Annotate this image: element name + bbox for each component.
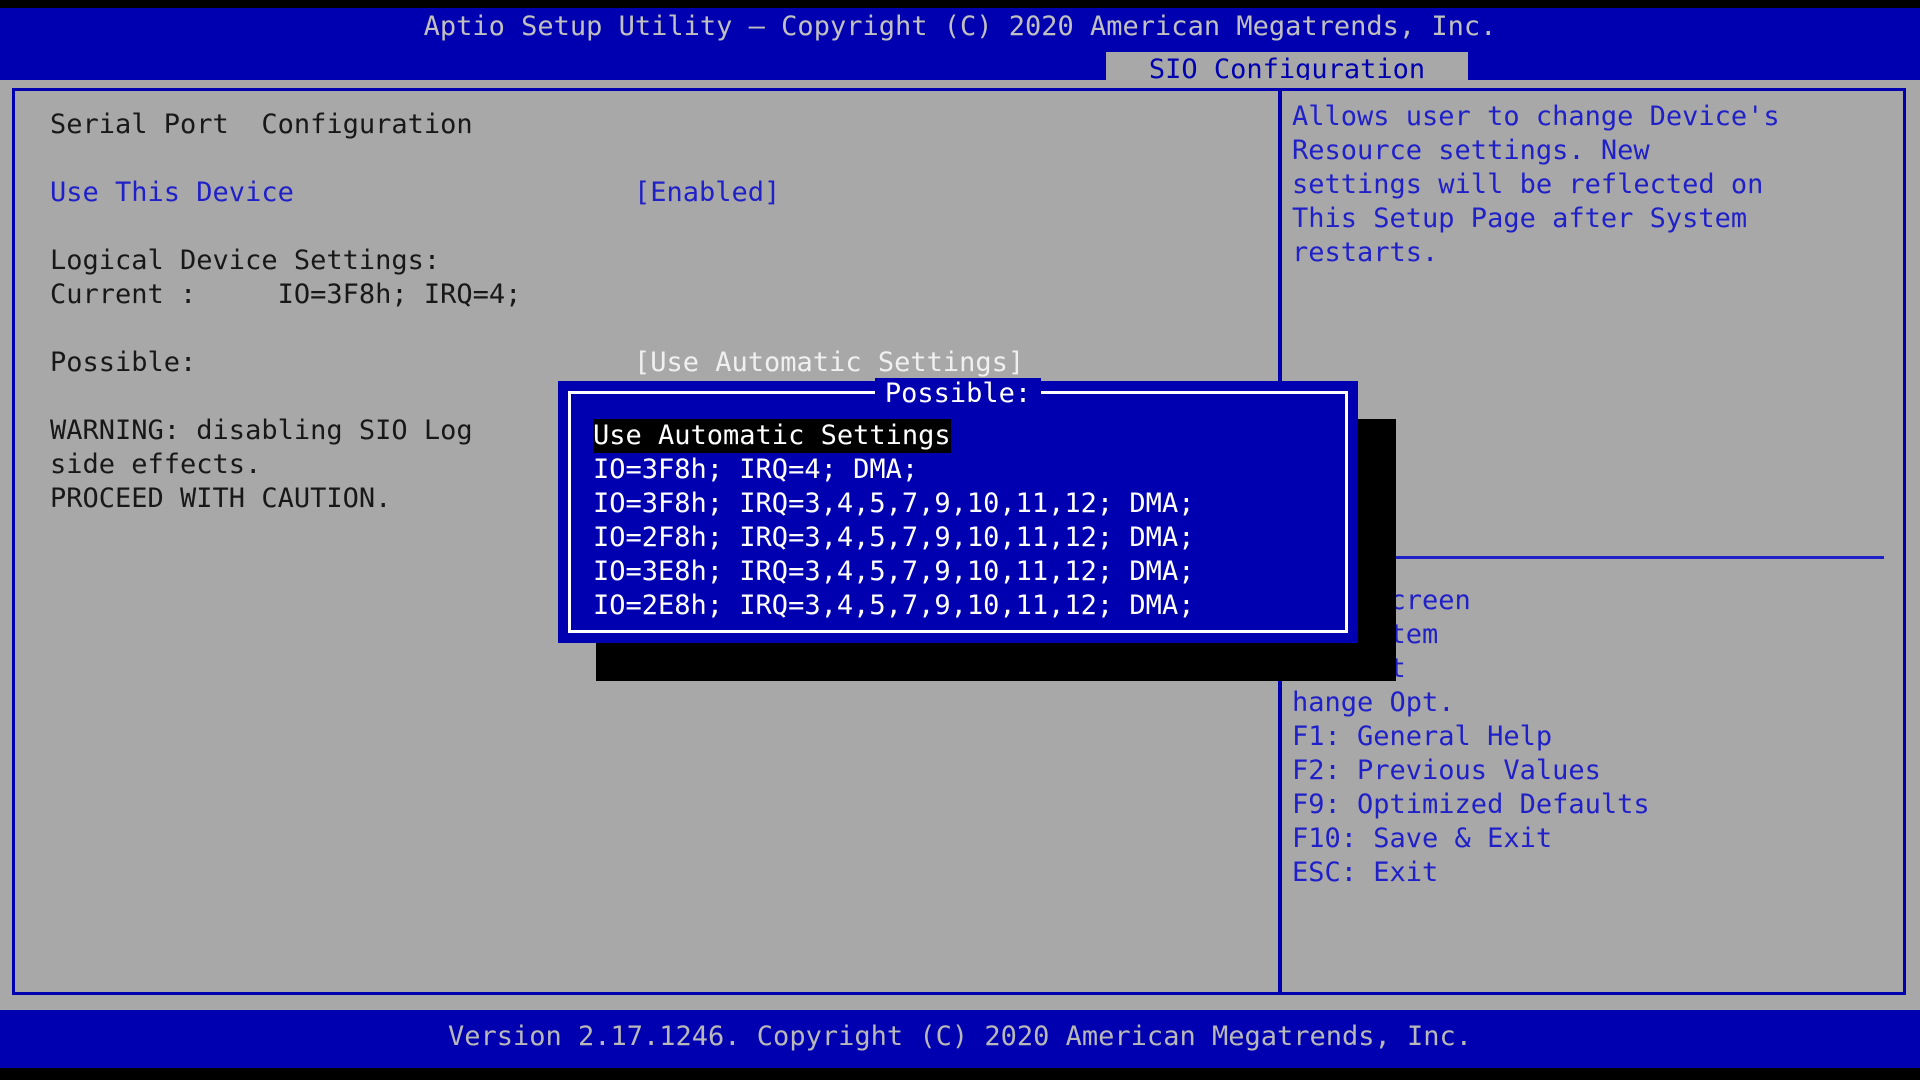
popup-option-5[interactable]: IO=2E8h; IRQ=3,4,5,7,9,10,11,12; DMA; (593, 589, 1194, 623)
setting-possible-value[interactable]: [Use Automatic Settings] (634, 346, 1024, 380)
warning-line-3: PROCEED WITH CAUTION. (50, 482, 391, 516)
bios-setup-screen: Aptio Setup Utility – Copyright (C) 2020… (0, 0, 1920, 1080)
help-text-line-4: This Setup Page after System (1292, 202, 1747, 236)
footer-bar: Version 2.17.1246. Copyright (C) 2020 Am… (0, 1010, 1920, 1068)
popup-option-1[interactable]: IO=3F8h; IRQ=4; DMA; (593, 453, 918, 487)
popup-title-text: Possible: (875, 378, 1041, 409)
popup-title: Possible: (558, 377, 1358, 411)
setting-use-this-device-label[interactable]: Use This Device (50, 176, 294, 210)
key-hint-f2-previous-values: F2: Previous Values (1292, 754, 1601, 788)
app-title: Aptio Setup Utility – Copyright (C) 2020… (0, 10, 1920, 44)
popup-option-4[interactable]: IO=3E8h; IRQ=3,4,5,7,9,10,11,12; DMA; (593, 555, 1194, 589)
popup-option-2[interactable]: IO=3F8h; IRQ=3,4,5,7,9,10,11,12; DMA; (593, 487, 1194, 521)
logical-device-settings-label: Logical Device Settings: (50, 244, 440, 278)
key-hint-f9-optimized-defaults: F9: Optimized Defaults (1292, 788, 1650, 822)
warning-line-2: side effects. (50, 448, 261, 482)
key-hint-f10-save-exit: F10: Save & Exit (1292, 822, 1552, 856)
help-text-line-2: Resource settings. New (1292, 134, 1650, 168)
popup-option-3[interactable]: IO=2F8h; IRQ=3,4,5,7,9,10,11,12; DMA; (593, 521, 1194, 555)
setting-possible-label[interactable]: Possible: (50, 346, 196, 380)
help-text-line-5: restarts. (1292, 236, 1438, 270)
popup-option-0[interactable]: Use Automatic Settings (593, 419, 951, 453)
help-text-line-3: settings will be reflected on (1292, 168, 1763, 202)
version-text: Version 2.17.1246. Copyright (C) 2020 Am… (0, 1020, 1920, 1054)
popup-option-list: Use Automatic Settings IO=3F8h; IRQ=4; D… (593, 419, 1333, 623)
current-resources-label: Current : IO=3F8h; IRQ=4; (50, 278, 521, 312)
key-hint-change-opt: hange Opt. (1292, 686, 1455, 720)
help-text-line-1: Allows user to change Device's (1292, 100, 1780, 134)
warning-line-1: WARNING: disabling SIO Log (50, 414, 473, 448)
title-bar: Aptio Setup Utility – Copyright (C) 2020… (0, 8, 1920, 80)
possible-settings-popup: Possible: Use Automatic Settings IO=3F8h… (558, 381, 1358, 643)
section-title: Serial Port Configuration (50, 108, 473, 142)
setting-use-this-device-value[interactable]: [Enabled] (634, 176, 780, 210)
key-hint-esc-exit: ESC: Exit (1292, 856, 1438, 890)
key-hint-f1-general-help: F1: General Help (1292, 720, 1552, 754)
